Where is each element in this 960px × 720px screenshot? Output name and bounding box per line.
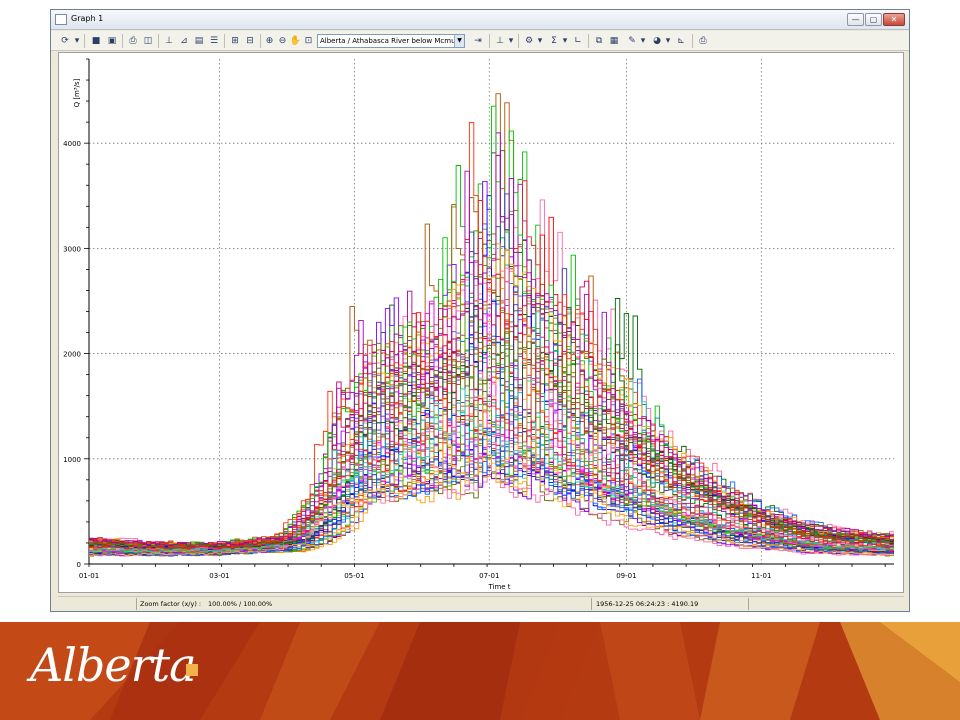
toolbar-separator xyxy=(84,34,85,48)
zoom-factor-value: 100.00% / 100.00% xyxy=(208,600,273,608)
zoom-factor-label: Zoom factor (x/y) : xyxy=(140,600,202,608)
compare-icon[interactable]: ⊟ xyxy=(243,34,257,48)
y-tick-label: 0 xyxy=(77,561,81,569)
alberta-logo: Alberta xyxy=(30,638,196,692)
y-tick-label: 1000 xyxy=(63,456,81,464)
toolbar-separator xyxy=(489,34,490,48)
maximize-button[interactable]: ▢ xyxy=(865,13,882,26)
slide: Graph 1 — ▢ ✕ ⟳ ▾ ■ ▣ ⎙ ◫ ⊥ ⊿ ▤ ☰ ⊞ ⊟ ⊕ … xyxy=(0,0,960,720)
grid-icon[interactable]: ⊞ xyxy=(228,34,242,48)
refresh-dropdown-icon[interactable]: ▾ xyxy=(73,34,81,48)
toolbar-separator xyxy=(224,34,225,48)
zoom-in-icon[interactable]: ⊕ xyxy=(263,34,276,48)
zoom-out-icon[interactable]: ⊖ xyxy=(276,34,289,48)
chevron-down-icon[interactable]: ▼ xyxy=(454,35,464,47)
paste-icon[interactable]: ▦ xyxy=(607,34,621,48)
x-tick-label: 07-01 xyxy=(479,572,499,580)
toolbar-separator xyxy=(518,34,519,48)
status-divider xyxy=(748,598,749,610)
station-select[interactable]: Alberta / Athabasca River below Mcmu ▼ xyxy=(317,34,465,48)
x-tick-label: 03-01 xyxy=(209,572,229,580)
x-tick-label: 11-01 xyxy=(751,572,771,580)
alberta-logo-mark xyxy=(186,664,198,676)
graph-window-icon xyxy=(55,14,67,25)
axis-settings-dropdown-icon[interactable]: ▾ xyxy=(507,34,515,48)
window-title: Graph 1 xyxy=(71,14,104,23)
baseline-icon[interactable]: ∟ xyxy=(571,34,585,48)
graph-window: Graph 1 — ▢ ✕ ⟳ ▾ ■ ▣ ⎙ ◫ ⊥ ⊿ ▤ ☰ ⊞ ⊟ ⊕ … xyxy=(50,9,910,612)
export-icon[interactable]: ⇥ xyxy=(471,34,485,48)
toolbar-separator xyxy=(588,34,589,48)
toolbar: ⟳ ▾ ■ ▣ ⎙ ◫ ⊥ ⊿ ▤ ☰ ⊞ ⊟ ⊕ ⊖ ✋ ⊡ Alberta … xyxy=(51,31,909,51)
x-axis-label: Time t xyxy=(487,583,510,591)
toolbar-separator xyxy=(122,34,123,48)
y-axis-label: Q [m³/s] xyxy=(73,78,81,107)
status-divider xyxy=(591,598,592,610)
print-icon[interactable]: ⎙ xyxy=(126,34,140,48)
save-icon[interactable]: ■ xyxy=(89,34,103,48)
zoom-extent-icon[interactable]: ⊡ xyxy=(302,34,315,48)
axis-settings-icon[interactable]: ⊥ xyxy=(493,34,507,48)
print-preview-icon[interactable]: ◫ xyxy=(141,34,155,48)
x-tick-label: 05-01 xyxy=(344,572,364,580)
title-bar[interactable]: Graph 1 — ▢ ✕ xyxy=(51,10,909,30)
status-divider xyxy=(136,598,137,610)
print-small-icon[interactable]: ⎙ xyxy=(696,34,710,48)
minimize-button[interactable]: — xyxy=(847,13,864,26)
pan-icon[interactable]: ✋ xyxy=(289,34,302,48)
station-select-value: Alberta / Athabasca River below Mcmu xyxy=(320,37,456,45)
y-tick-label: 3000 xyxy=(63,245,81,253)
copy-icon[interactable]: ⧉ xyxy=(592,34,606,48)
x-tick-label: 01-01 xyxy=(79,572,99,580)
toolbar-separator xyxy=(692,34,693,48)
color-dropdown-icon[interactable]: ▾ xyxy=(664,34,672,48)
settings-icon[interactable]: ⚙ xyxy=(522,34,536,48)
x-tick-label: 09-01 xyxy=(616,572,636,580)
sum-icon[interactable]: Σ xyxy=(547,34,561,48)
color-icon[interactable]: ◕ xyxy=(650,34,664,48)
y-tick-label: 2000 xyxy=(63,351,81,359)
status-bar: Zoom factor (x/y) : 100.00% / 100.00% 19… xyxy=(58,596,904,610)
toolbar-separator xyxy=(260,34,261,48)
axis-scale-icon[interactable]: ⊾ xyxy=(674,34,688,48)
chart-icon[interactable]: ⊿ xyxy=(177,34,191,48)
axis-icon[interactable]: ⊥ xyxy=(162,34,176,48)
cursor-readout: 1956-12-25 06:24:23 : 4190.19 xyxy=(596,600,699,608)
close-button[interactable]: ✕ xyxy=(883,13,905,26)
draw-dropdown-icon[interactable]: ▾ xyxy=(639,34,647,48)
sum-dropdown-icon[interactable]: ▾ xyxy=(561,34,569,48)
save-all-icon[interactable]: ▣ xyxy=(105,34,119,48)
plot-area[interactable]: 0 1000 2000 3000 4000 01-01 03-01 05-01 07-01 09-… xyxy=(58,52,904,593)
settings-dropdown-icon[interactable]: ▾ xyxy=(536,34,544,48)
list-icon[interactable]: ☰ xyxy=(207,34,221,48)
hydrograph-chart[interactable]: 0 1000 2000 3000 4000 01-01 03-01 05-01 07-01 09-… xyxy=(59,53,903,592)
refresh-icon[interactable]: ⟳ xyxy=(57,34,73,48)
toolbar-separator xyxy=(158,34,159,48)
table-icon[interactable]: ▤ xyxy=(192,34,206,48)
y-tick-label: 4000 xyxy=(63,140,81,148)
draw-icon[interactable]: ✎ xyxy=(625,34,639,48)
